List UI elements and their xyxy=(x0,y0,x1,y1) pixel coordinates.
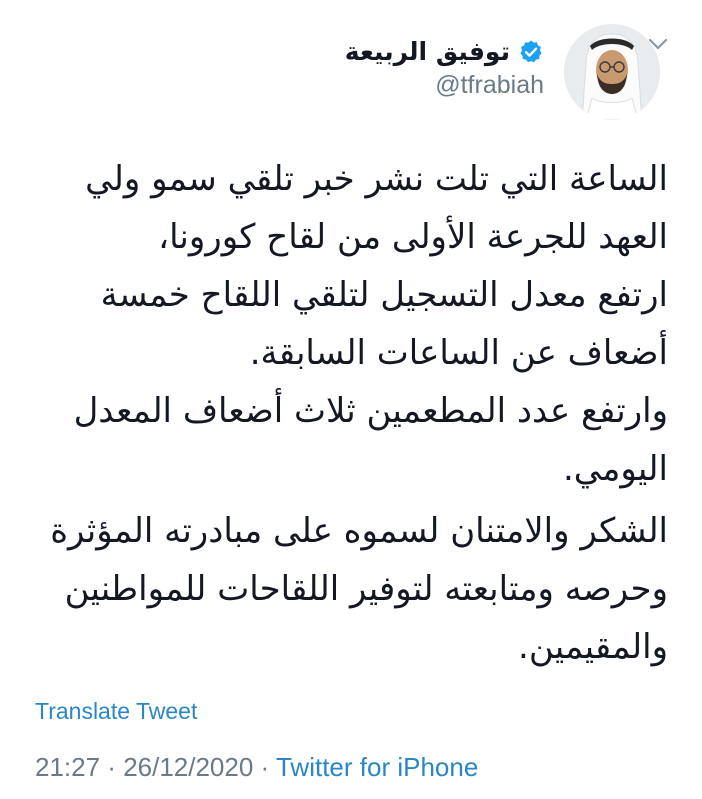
tweet-line: ارتفع معدل التسجيل لتلقي اللقاح خمسة xyxy=(100,275,668,315)
translate-tweet-link[interactable]: Translate Tweet xyxy=(35,696,197,726)
tweet-line: اليومي. xyxy=(563,449,668,489)
tweet-line: العهد للجرعة الأولى من لقاح كورونا، xyxy=(158,217,668,257)
tweet-line: الشكر والامتنان لسموه على مبادرته المؤثر… xyxy=(50,511,668,551)
tweet-date[interactable]: 26/12/2020 xyxy=(123,752,253,782)
meta-separator: · xyxy=(100,752,124,782)
meta-separator: · xyxy=(253,752,276,782)
tweet-meta: 21:27 · 26/12/2020 · Twitter for iPhone xyxy=(35,750,478,784)
avatar[interactable] xyxy=(564,24,660,120)
tweet-header: توفيق الربيعة @tfrabiah xyxy=(0,0,702,120)
tweet-line: الساعة التي تلت نشر خبر تلقي سمو ولي xyxy=(85,159,668,199)
tweet-source-link[interactable]: Twitter for iPhone xyxy=(276,752,478,782)
verified-badge-icon xyxy=(518,39,544,65)
author-block[interactable]: توفيق الربيعة @tfrabiah xyxy=(304,24,664,120)
author-display-name[interactable]: توفيق الربيعة xyxy=(345,34,510,70)
tweet-line: والمقيمين. xyxy=(518,627,668,667)
tweet-line: أضعاف عن الساعات السابقة. xyxy=(249,333,668,373)
tweet-line: وارتفع عدد المطعمين ثلاث أضعاف المعدل xyxy=(73,391,668,431)
tweet-line: وحرصه ومتابعته لتوفير اللقاحات للمواطنين xyxy=(64,569,668,609)
author-name-row: توفيق الربيعة xyxy=(345,34,544,70)
tweet-time: 21:27 xyxy=(35,752,101,782)
tweet-text: الساعة التي تلت نشر خبر تلقي سمو ولي الع… xyxy=(28,150,668,676)
author-handle[interactable]: @tfrabiah xyxy=(435,68,544,102)
